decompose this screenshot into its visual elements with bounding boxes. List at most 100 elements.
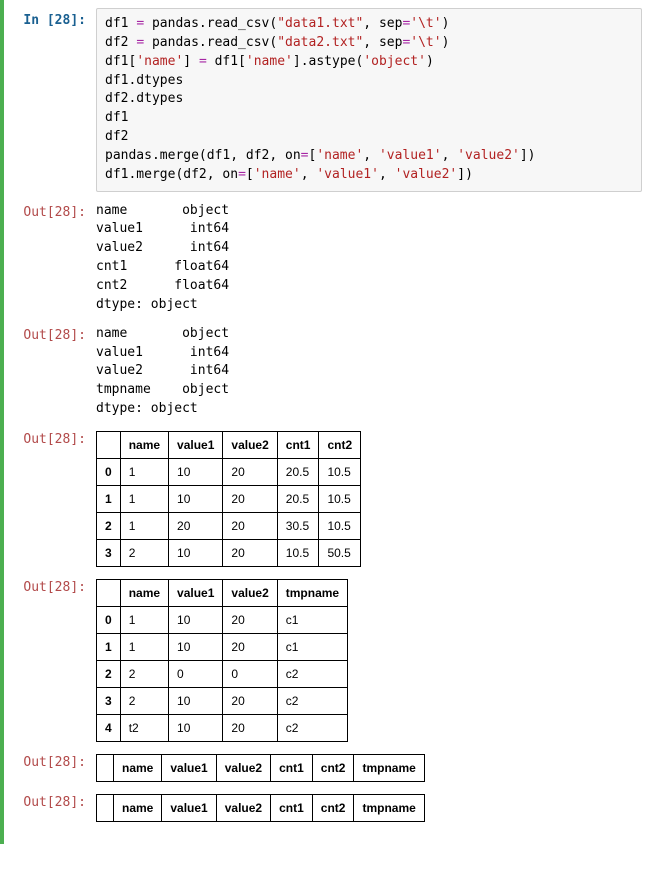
table-header (97, 794, 114, 821)
table-header: name (120, 431, 168, 458)
code-token: [ (246, 167, 254, 182)
table-cell: 10 (169, 687, 223, 714)
table-cell: 1 (97, 485, 121, 512)
output-cell-merge2: Out[28]: namevalue1value2cnt1cnt2tmpname (4, 790, 642, 822)
table-cell: 20 (223, 714, 277, 741)
table-header: cnt2 (312, 794, 354, 821)
table-cell: 0 (97, 458, 121, 485)
table-cell: 20 (223, 485, 277, 512)
code-token: = (238, 167, 246, 182)
code-token: 'name' (316, 148, 363, 163)
code-token: df1 (105, 16, 136, 31)
code-token: 'value2' (457, 148, 520, 163)
table-cell: 10.5 (319, 485, 361, 512)
output-cell-dtypes1: Out[28]: name object value1 int64 value2… (4, 200, 642, 315)
code-token: = (199, 54, 207, 69)
table-cell: 20 (169, 512, 223, 539)
output-cell-df2: Out[28]: namevalue1value2tmpname011020c1… (4, 575, 642, 742)
table-cell: 3 (97, 539, 121, 566)
table-cell: 10 (169, 606, 223, 633)
table-cell: 10 (169, 714, 223, 741)
code-token: 'value2' (395, 167, 458, 182)
code-token: ) (442, 16, 450, 31)
output-prompt: Out[28]: (4, 200, 96, 315)
code-token: 'name' (254, 167, 301, 182)
output-prompt: Out[28]: (4, 750, 96, 782)
table-header: value2 (223, 431, 277, 458)
table-cell: 2 (97, 512, 121, 539)
table-header: value1 (162, 754, 216, 781)
code-token: , (379, 167, 395, 182)
code-token: 'name' (246, 54, 293, 69)
code-token: df1.dtypes (105, 73, 183, 88)
table-cell: 2 (120, 660, 168, 687)
table-row: 4t21020c2 (97, 714, 348, 741)
table-cell: 20 (223, 687, 277, 714)
code-token: '\t' (410, 16, 441, 31)
table-header: tmpname (277, 579, 347, 606)
table-cell: c2 (277, 714, 347, 741)
table-cell: 20 (223, 458, 277, 485)
table-header: cnt2 (312, 754, 354, 781)
code-input-area[interactable]: df1 = pandas.read_csv("data1.txt", sep='… (96, 8, 642, 192)
code-token: , (301, 167, 317, 182)
table-cell: 10.5 (319, 512, 361, 539)
table-row: 01102020.510.5 (97, 458, 361, 485)
code-token: , sep (363, 16, 402, 31)
table-header: tmpname (354, 754, 424, 781)
dataframe-table: namevalue1value2cnt1cnt2tmpname (96, 754, 425, 782)
table-cell: 0 (97, 606, 121, 633)
table-header: value2 (216, 794, 270, 821)
dtypes-output-2: name object value1 int64 value2 int64 tm… (96, 323, 642, 419)
table-cell: 1 (120, 458, 168, 485)
notebook: In [28]: df1 = pandas.read_csv("data1.tx… (0, 0, 652, 844)
table-header: cnt1 (271, 754, 313, 781)
table-row: 11102020.510.5 (97, 485, 361, 512)
dataframe-table: namevalue1value2cnt1cnt201102020.510.511… (96, 431, 361, 567)
code-token: pandas.merge(df1, df2, on (105, 148, 301, 163)
output-prompt: Out[28]: (4, 790, 96, 822)
output-prompt: Out[28]: (4, 575, 96, 742)
code-token: ) (426, 54, 434, 69)
table-cell: 10.5 (277, 539, 319, 566)
table-header (97, 754, 114, 781)
table-cell: 50.5 (319, 539, 361, 566)
code-token: ) (442, 35, 450, 50)
table-cell: 3 (97, 687, 121, 714)
code-token: '\t' (410, 35, 441, 50)
table-header: value2 (216, 754, 270, 781)
code-token: df2 (105, 129, 128, 144)
output-prompt: Out[28]: (4, 323, 96, 419)
code-token: df2 (105, 35, 136, 50)
table-header: value1 (169, 431, 223, 458)
table-header: cnt2 (319, 431, 361, 458)
table-header: name (114, 794, 162, 821)
output-prompt: Out[28]: (4, 427, 96, 567)
table-cell: 2 (97, 660, 121, 687)
table-cell: c1 (277, 606, 347, 633)
table-cell: 20 (223, 606, 277, 633)
code-token: 'object' (363, 54, 426, 69)
input-prompt: In [28]: (4, 8, 96, 192)
table-cell: 0 (169, 660, 223, 687)
table-row: 2200c2 (97, 660, 348, 687)
code-token: 'name' (136, 54, 183, 69)
code-token: df1 (105, 110, 128, 125)
code-token: = (301, 148, 309, 163)
table-row: 321020c2 (97, 687, 348, 714)
table-cell: 20 (223, 633, 277, 660)
table-cell: 4 (97, 714, 121, 741)
code-token: df2.dtypes (105, 91, 183, 106)
table-header: name (114, 754, 162, 781)
table-cell: 1 (120, 512, 168, 539)
code-token: ]) (520, 148, 536, 163)
output-cell-dtypes2: Out[28]: name object value1 int64 value2… (4, 323, 642, 419)
table-header: value1 (169, 579, 223, 606)
table-cell: 20 (223, 539, 277, 566)
table-cell: 10 (169, 485, 223, 512)
code-token: , (442, 148, 458, 163)
code-token: df1[ (105, 54, 136, 69)
code-token: = (136, 35, 144, 50)
table-cell: 30.5 (277, 512, 319, 539)
output-cell-merge1: Out[28]: namevalue1value2cnt1cnt2tmpname (4, 750, 642, 782)
